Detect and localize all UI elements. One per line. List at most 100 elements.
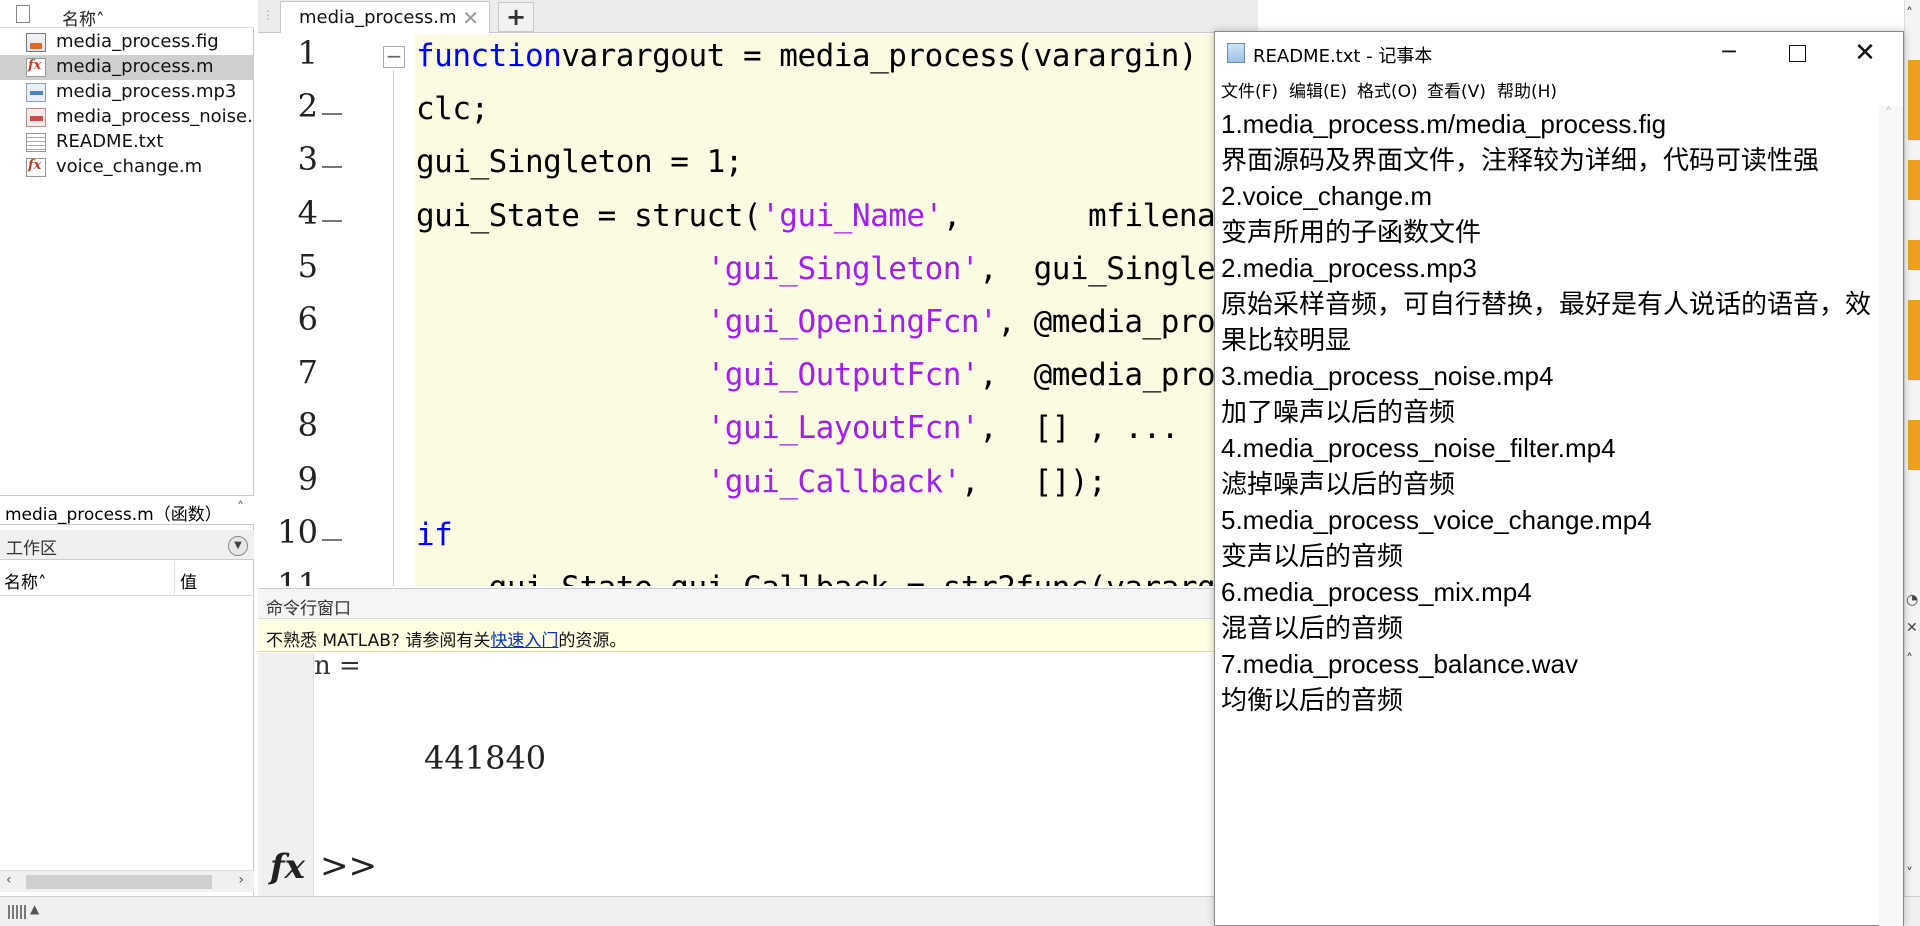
- string-literal: 'gui_Callback': [706, 463, 962, 500]
- scroll-left-icon[interactable]: ‹: [6, 872, 12, 888]
- details-label: media_process.m（函数）: [5, 505, 222, 525]
- line-number: 2: [297, 87, 318, 126]
- file-name: voice_change.m: [56, 156, 203, 177]
- breakpoint-marker[interactable]: [322, 219, 342, 222]
- workspace-name-header[interactable]: 名称˄: [4, 568, 47, 593]
- column-divider[interactable]: [174, 562, 175, 596]
- tab-media-process[interactable]: media_process.m ✕: [280, 1, 490, 33]
- scrollbar-thumb[interactable]: [26, 875, 212, 889]
- horizontal-scrollbar[interactable]: ‹ ›: [0, 870, 254, 892]
- notepad-text-area[interactable]: 1.media_process.m/media_process.fig 界面源码…: [1221, 106, 1875, 926]
- file-name: media_process.m: [56, 56, 214, 77]
- file-item[interactable]: fx voice_change.m: [0, 155, 254, 180]
- output-variable: n =: [314, 651, 361, 681]
- code-text: gui_State.gui_Callback = str2func(vararg…: [416, 570, 1258, 586]
- minimize-button[interactable]: ─: [1695, 32, 1763, 74]
- file-item[interactable]: media_process_noise....: [0, 105, 254, 130]
- close-icon[interactable]: ✕: [1906, 620, 1918, 636]
- maximize-button[interactable]: [1763, 32, 1831, 74]
- scroll-up-icon[interactable]: ˄: [1906, 652, 1913, 668]
- m-file-icon: fx: [26, 58, 46, 77]
- status-grip-icon[interactable]: [8, 905, 26, 919]
- fold-guide: [393, 70, 394, 586]
- notepad-window[interactable]: README.txt - 记事本 ─ ✕ 文件(F) 编辑(E) 格式(O) 查…: [1214, 31, 1904, 926]
- code-text: clc;: [416, 91, 489, 128]
- code-line[interactable]: clc;: [416, 91, 489, 127]
- warning-marker[interactable]: [1908, 60, 1920, 140]
- code-line[interactable]: gui_State = struct('gui_Name', mfilename: [416, 198, 1252, 234]
- string-literal: 'gui_OutputFcn': [706, 357, 980, 394]
- breakpoint-marker[interactable]: [322, 538, 342, 541]
- quick-start-link[interactable]: 快速入门: [490, 631, 558, 651]
- code-line[interactable]: 'gui_Callback', []);: [416, 463, 1107, 500]
- code-text: gui_Singleton = 1;: [416, 144, 743, 181]
- warning-marker[interactable]: [1908, 420, 1920, 470]
- file-item[interactable]: README.txt: [0, 130, 254, 155]
- close-icon[interactable]: ✕: [462, 6, 479, 30]
- name-column-header[interactable]: 名称˄: [62, 5, 105, 30]
- details-bar[interactable]: media_process.m（函数） ˄: [0, 495, 254, 525]
- command-window[interactable]: 命令行窗口 不熟悉 MATLAB? 请参阅有关快速入门的资源。 n = 4418…: [258, 588, 1258, 897]
- file-item[interactable]: media_process.mp3: [0, 80, 254, 105]
- function-browser-icon[interactable]: fx: [270, 847, 305, 887]
- scroll-up-icon[interactable]: ˄: [1885, 106, 1892, 122]
- command-prompt[interactable]: >>: [320, 846, 377, 886]
- warning-marker[interactable]: [1908, 300, 1920, 380]
- breakpoint-marker[interactable]: [322, 166, 342, 169]
- m-file-icon: fx: [26, 158, 46, 177]
- keyword: function: [416, 38, 562, 74]
- scroll-right-icon[interactable]: ›: [238, 872, 244, 888]
- code-analyzer-strip[interactable]: ˄ ◔ ✕ ˄ ˅: [1904, 0, 1920, 896]
- scroll-up-icon[interactable]: ˄: [1906, 6, 1913, 22]
- line-number: 9: [297, 459, 318, 498]
- file-item[interactable]: media_process.fig: [0, 30, 254, 55]
- notepad-vertical-scrollbar[interactable]: ˄: [1879, 106, 1903, 926]
- menu-format[interactable]: 格式(O): [1357, 77, 1418, 102]
- options-icon[interactable]: ◔: [1906, 592, 1918, 608]
- close-button[interactable]: ✕: [1831, 32, 1899, 74]
- code-text: varargout = media_process(varargin): [561, 38, 1198, 74]
- menu-view[interactable]: 查看(V): [1427, 77, 1486, 102]
- menu-file[interactable]: 文件(F): [1221, 77, 1278, 102]
- tab-label: media_process.m: [299, 7, 457, 28]
- chevron-up-icon[interactable]: ▲: [30, 902, 39, 916]
- file-name: media_process.fig: [56, 31, 219, 52]
- line-number: 7: [297, 353, 318, 392]
- code-line[interactable]: if: [416, 517, 453, 553]
- tabbar-grip-icon[interactable]: ⋮: [262, 8, 274, 22]
- menu-edit[interactable]: 编辑(E): [1289, 77, 1347, 102]
- file-item-selected[interactable]: fx media_process.m: [0, 55, 254, 80]
- warning-marker[interactable]: [1908, 240, 1920, 270]
- workspace-actions-icon[interactable]: ▼: [228, 536, 248, 556]
- video-file-icon: [26, 108, 46, 127]
- line-number: 4: [297, 193, 318, 232]
- new-tab-button[interactable]: +: [498, 2, 534, 32]
- notepad-titlebar[interactable]: README.txt - 记事本 ─ ✕: [1215, 32, 1903, 74]
- code-line[interactable]: gui_Singleton = 1;: [416, 144, 743, 180]
- code-text: , [] , ...: [979, 410, 1179, 447]
- warning-marker[interactable]: [1908, 160, 1920, 200]
- code-line[interactable]: 'gui_OutputFcn', @media_process_OutputFc…: [416, 357, 1258, 393]
- workspace-value-header[interactable]: 值: [180, 568, 197, 593]
- code-text: gui_State = struct(: [416, 197, 762, 234]
- code-line[interactable]: 'gui_OpeningFcn', @media_process_Opening…: [416, 304, 1258, 340]
- line-number: 5: [297, 246, 318, 285]
- scroll-down-icon[interactable]: ˅: [1906, 866, 1913, 882]
- code-line[interactable]: 'gui_LayoutFcn', [] , ...: [416, 410, 1180, 447]
- breakpoint-marker[interactable]: [322, 113, 342, 116]
- code-line[interactable]: 'gui_Singleton', gui_Singleton: [416, 251, 1258, 287]
- output-value: 441840: [424, 739, 547, 777]
- text-file-icon: [26, 133, 46, 152]
- chevron-up-icon[interactable]: ˄: [237, 500, 244, 516]
- workspace-title: 工作区: [6, 539, 57, 559]
- collapse-icon[interactable]: −: [383, 46, 405, 68]
- code-editor[interactable]: − 1 functionvarargout = media_process(var…: [258, 34, 1258, 586]
- file-name: media_process.mp3: [56, 81, 237, 102]
- file-browser-header: 名称˄: [0, 0, 254, 30]
- menu-help[interactable]: 帮助(H): [1497, 77, 1557, 102]
- code-line[interactable]: gui_State.gui_Callback = str2func(vararg…: [416, 570, 1258, 586]
- line-number: 8: [297, 406, 318, 445]
- code-line[interactable]: functionvarargout = media_process(vararg…: [416, 38, 1198, 74]
